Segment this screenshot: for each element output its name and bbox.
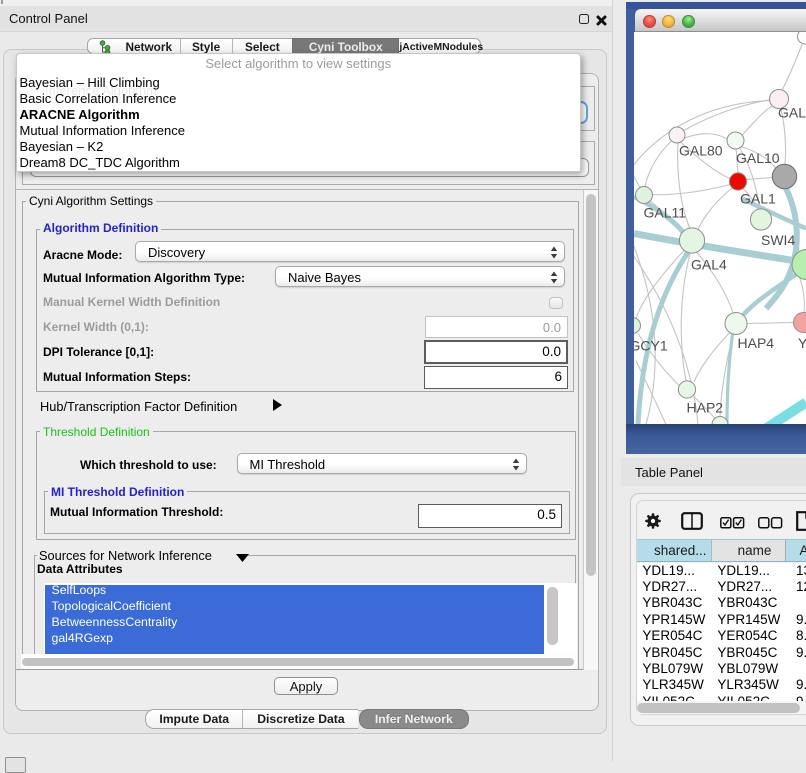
svg-text:GAL1: GAL1 bbox=[740, 190, 776, 206]
svg-text:GAL10: GAL10 bbox=[736, 150, 780, 166]
svg-text:HAP2: HAP2 bbox=[687, 399, 724, 415]
svg-text:GAL11: GAL11 bbox=[644, 204, 687, 220]
svg-text:SWI4: SWI4 bbox=[761, 232, 795, 248]
svg-text:HAP4: HAP4 bbox=[738, 335, 775, 351]
svg-text:GAL4: GAL4 bbox=[691, 256, 727, 272]
svg-text:GCY1: GCY1 bbox=[634, 337, 668, 353]
svg-text:YEL: YEL bbox=[798, 335, 806, 351]
svg-text:GAL2: GAL2 bbox=[778, 104, 806, 120]
svg-text:GAL80: GAL80 bbox=[679, 142, 723, 158]
